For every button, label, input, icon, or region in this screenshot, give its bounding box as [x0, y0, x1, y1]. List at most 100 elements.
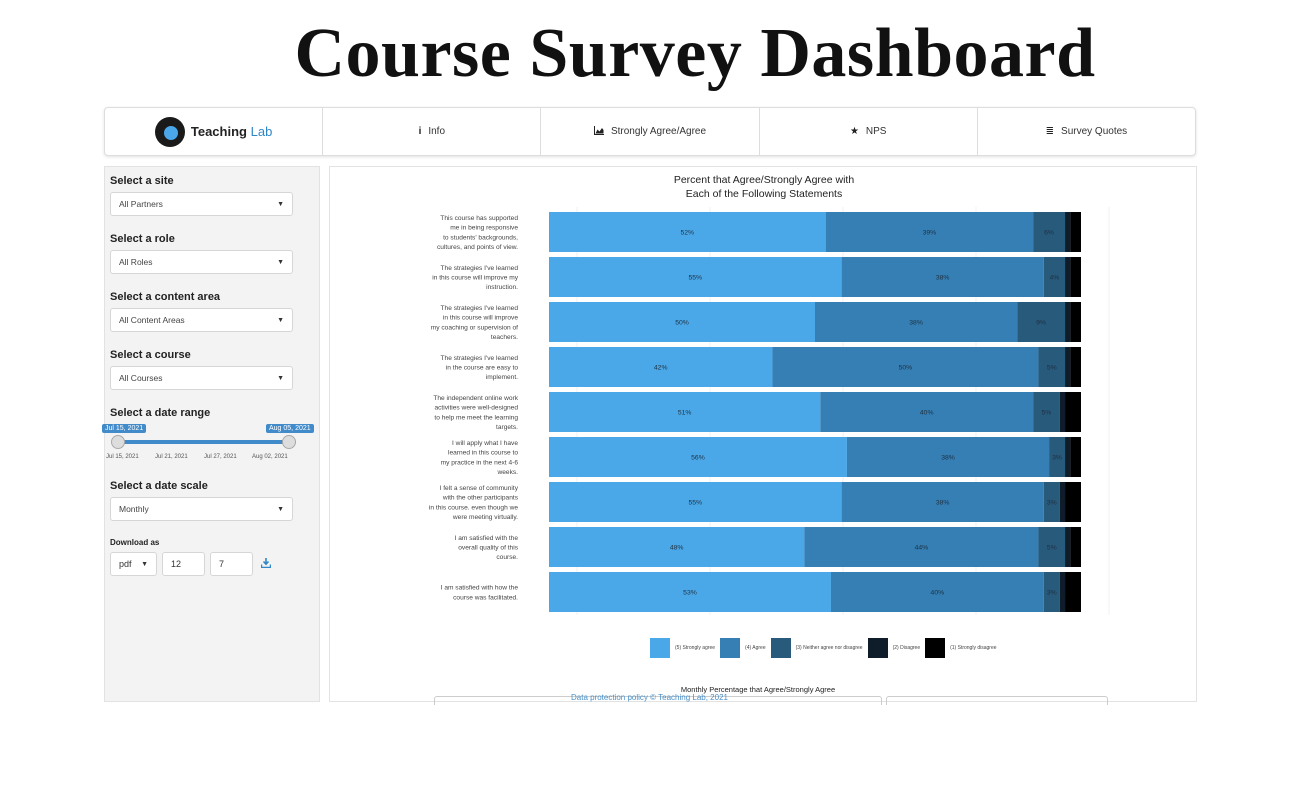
download-height-value: 7 — [219, 559, 225, 569]
chart-legend: (5) Strongly agree (4) Agree (3) Neither a… — [650, 638, 1002, 658]
category-label: The strategies I've learned in the course… — [441, 355, 519, 381]
slider-end-handle[interactable] — [282, 435, 296, 449]
bar-segment — [1070, 347, 1081, 387]
data-label: 5% — [1047, 545, 1057, 552]
role-select-value: All Roles — [119, 257, 153, 267]
category-label-line: The independent online work — [433, 395, 518, 402]
content-area-label: Select a content area — [110, 291, 221, 303]
legend-swatch — [925, 638, 946, 658]
data-label: 56% — [691, 455, 705, 462]
legend-item: (1) Strongly disagree — [925, 638, 997, 658]
brand-logo[interactable]: Teaching Lab — [105, 108, 324, 155]
tab-strongly-agree-label: Strongly Agree/Agree — [610, 126, 707, 137]
legend-item: (3) Neither agree nor disagree — [770, 638, 863, 658]
top-navbar: Teaching Lab i Info Strongly Agree/Agree… — [104, 107, 1196, 156]
category-label: The strategies I've learned in this cours… — [432, 265, 518, 291]
category-label-line: my practice in the next 4-6 — [441, 459, 519, 466]
category-label-line: in this course will improve — [443, 315, 518, 322]
category-label: The strategies I've learned in this cours… — [431, 305, 519, 341]
data-label: 5% — [1047, 365, 1057, 372]
legend-item: (2) Disagree — [867, 638, 920, 658]
slider-start-handle[interactable] — [111, 435, 125, 449]
category-label-line: I am satisfied with the — [455, 535, 519, 542]
brand-name-part-2: Lab — [250, 124, 273, 139]
category-label: I felt a sense of community with the othe… — [429, 485, 519, 521]
bar-segment — [1070, 437, 1081, 477]
slider-start-value: Jul 15, 2021 — [102, 424, 147, 433]
content-area-select[interactable]: All Content Areas ▼ — [110, 308, 293, 332]
legend-item: (5) Strongly agree — [650, 638, 715, 658]
category-label-line: teachers. — [491, 334, 518, 341]
role-select[interactable]: All Roles ▼ — [110, 250, 293, 274]
slider-tick: Jul 21, 2021 — [155, 454, 188, 460]
tab-nps[interactable]: ★ NPS — [760, 108, 978, 155]
caret-down-icon: ▼ — [277, 505, 284, 513]
data-label: 55% — [688, 500, 702, 507]
bar-segment — [1065, 482, 1081, 522]
page-title: Course Survey Dashboard — [294, 15, 1096, 92]
category-label-line: in the course are easy to — [446, 365, 519, 372]
data-label: 39% — [923, 230, 937, 237]
tab-survey-quotes-label: Survey Quotes — [1061, 126, 1128, 137]
legend-label: (4) Agree — [745, 645, 766, 651]
footer-text[interactable]: Data protection policy © Teaching Lab, 2… — [571, 693, 728, 702]
category-label-line: I am satisfied with how the — [441, 585, 519, 592]
data-label: 38% — [936, 275, 950, 282]
area-chart-icon — [593, 125, 604, 138]
download-format-select[interactable]: pdf ▼ — [110, 552, 157, 576]
category-label: I will apply what I have learned in this … — [441, 440, 519, 476]
legend-swatch — [650, 638, 670, 658]
tab-survey-quotes[interactable]: ≣ Survey Quotes — [978, 108, 1195, 155]
download-height-input[interactable]: 7 — [210, 552, 253, 576]
bar-segment — [1059, 482, 1066, 522]
download-icon[interactable] — [260, 557, 272, 571]
category-label-line: activities were well-designed — [434, 405, 518, 412]
star-icon: ★ — [849, 126, 859, 137]
bar-segment — [1065, 302, 1071, 342]
chart-panel: Percent that Agree/Strongly Agree with E… — [329, 166, 1197, 705]
category-label-line: weeks. — [496, 469, 518, 476]
category-label-line: me in being responsive — [450, 225, 518, 232]
data-label: 40% — [920, 410, 934, 417]
data-label: 6% — [1044, 230, 1054, 237]
caret-down-icon: ▼ — [277, 374, 284, 382]
tab-strongly-agree[interactable]: Strongly Agree/Agree — [541, 108, 760, 155]
data-label: 38% — [941, 455, 955, 462]
data-label: 40% — [931, 590, 945, 597]
download-format-value: pdf — [119, 559, 132, 569]
brand-name-part-1: Teaching — [190, 124, 247, 139]
bar-segment — [1070, 212, 1081, 252]
bar-segment — [1059, 392, 1066, 432]
legend-label: (5) Strongly agree — [675, 645, 716, 651]
caret-down-icon: ▼ — [277, 316, 284, 324]
category-label-line: I will apply what I have — [452, 440, 518, 447]
category-label-line: The strategies I've learned — [441, 305, 519, 312]
slider-tick: Jul 27, 2021 — [204, 454, 237, 460]
data-label: 3% — [1047, 500, 1057, 507]
slider-track[interactable] — [118, 440, 296, 444]
category-label-line: This course has supported — [440, 215, 518, 222]
category-label-line: to students' backgrounds, — [443, 234, 518, 241]
bar-segment — [1065, 437, 1071, 477]
data-label: 4% — [1049, 275, 1059, 282]
category-label-line: in this course will improve my — [432, 275, 518, 282]
tab-info[interactable]: i Info — [323, 108, 542, 155]
data-label: 3% — [1047, 590, 1057, 597]
date-scale-select[interactable]: Monthly ▼ — [110, 497, 293, 521]
course-select[interactable]: All Courses ▼ — [110, 366, 293, 390]
category-label-line: in this course. even though we — [429, 504, 518, 511]
caret-down-icon: ▼ — [277, 200, 284, 208]
teaching-lab-logo-icon — [154, 116, 185, 147]
date-range-label: Select a date range — [110, 407, 211, 419]
filter-sidebar: Select a site All Partners ▼ Select a rol… — [102, 166, 320, 702]
legend-swatch — [770, 638, 791, 658]
category-label-line: The strategies I've learned — [441, 355, 519, 362]
date-range-slider[interactable]: Jul 15, 2021 Aug 05, 2021 Jul 15, 2021 J… — [102, 424, 314, 468]
slider-tick: Jul 15, 2021 — [106, 454, 139, 460]
site-select[interactable]: All Partners ▼ — [110, 192, 293, 216]
category-label-line: I felt a sense of community — [440, 485, 519, 492]
tab-info-label: Info — [428, 126, 446, 137]
category-label-line: course was facilitated. — [453, 594, 518, 601]
download-width-input[interactable]: 12 — [162, 552, 205, 576]
data-label: 44% — [915, 545, 929, 552]
